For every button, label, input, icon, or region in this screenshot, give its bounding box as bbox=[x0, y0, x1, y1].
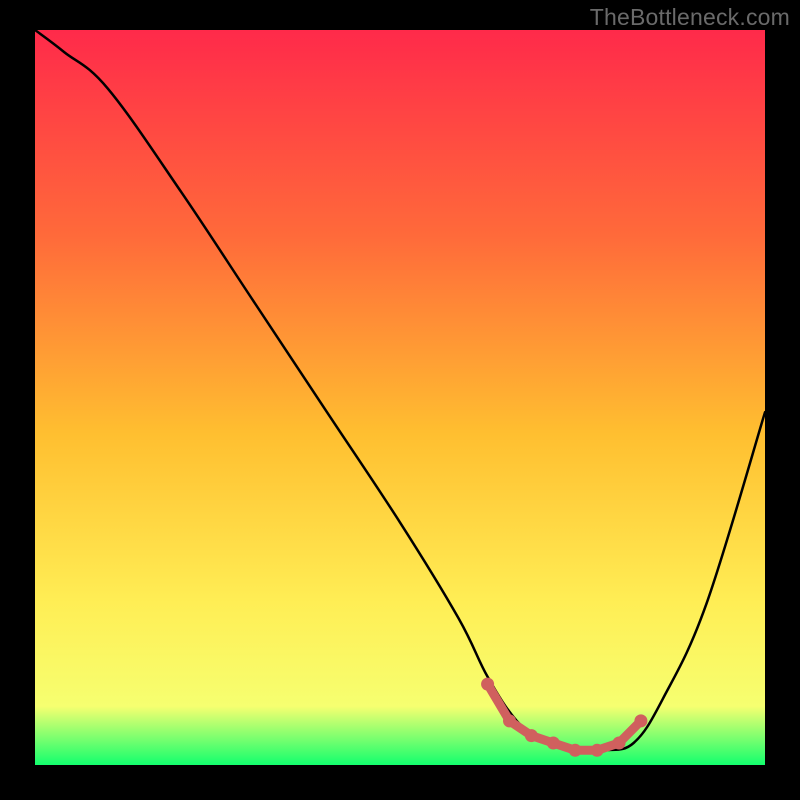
watermark-text: TheBottleneck.com bbox=[590, 4, 790, 31]
optimal-range-marker bbox=[525, 729, 538, 742]
optimal-range-marker bbox=[503, 714, 516, 727]
optimal-range-marker bbox=[547, 737, 560, 750]
chart-svg bbox=[35, 30, 765, 765]
optimal-range-marker bbox=[613, 737, 626, 750]
optimal-range-marker bbox=[481, 678, 494, 691]
optimal-range-marker bbox=[591, 744, 604, 757]
chart-frame: TheBottleneck.com bbox=[0, 0, 800, 800]
chart-plot-area bbox=[35, 30, 765, 765]
optimal-range-marker bbox=[634, 714, 647, 727]
optimal-range-marker bbox=[569, 744, 582, 757]
